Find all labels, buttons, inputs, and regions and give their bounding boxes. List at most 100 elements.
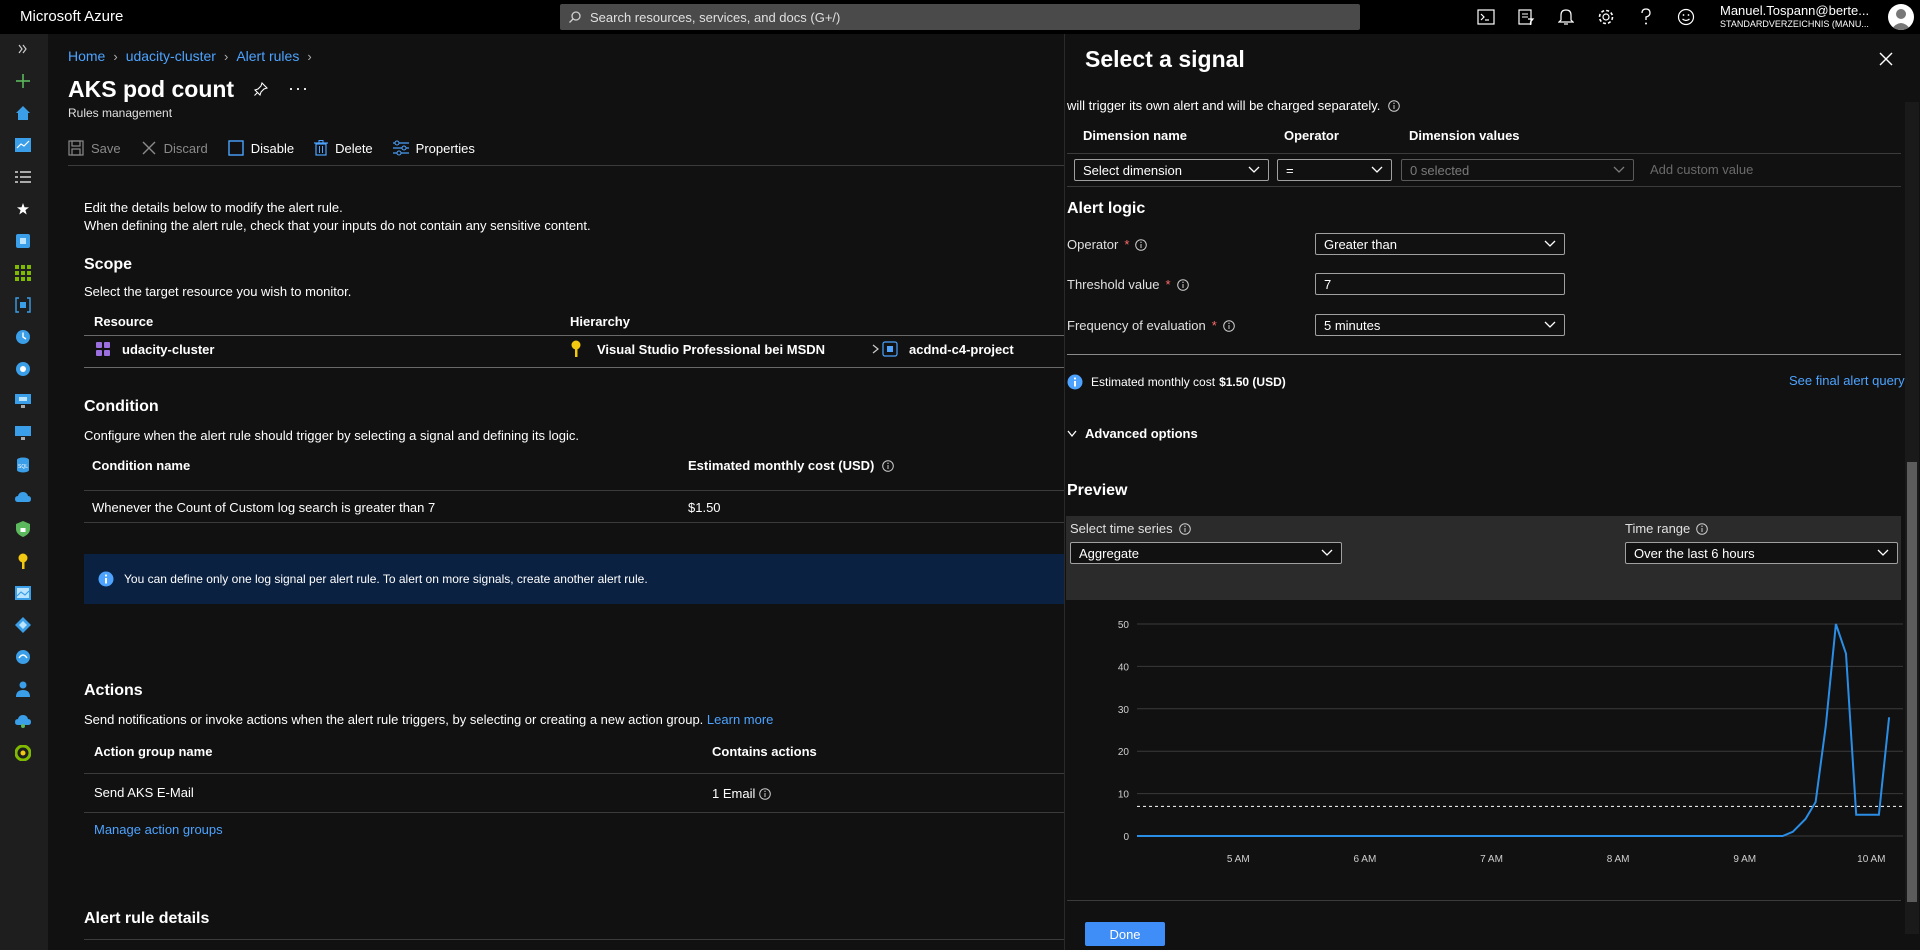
- save-button[interactable]: Save: [68, 140, 121, 156]
- create-resource-plus-icon[interactable]: [12, 70, 34, 92]
- security-shield-icon[interactable]: [12, 518, 34, 540]
- users-icon[interactable]: [12, 678, 34, 700]
- cosmos-db-icon[interactable]: [12, 486, 34, 508]
- threshold-input[interactable]: 7: [1315, 273, 1565, 295]
- help-icon[interactable]: [1626, 0, 1666, 34]
- scope-resource-name[interactable]: udacity-cluster: [122, 342, 214, 357]
- breadcrumb: Home › udacity-cluster › Alert rules ›: [68, 48, 312, 64]
- kubernetes-service-icon[interactable]: [12, 230, 34, 252]
- info-icon: [1696, 522, 1709, 535]
- condition-name[interactable]: Whenever the Count of Custom log search …: [92, 500, 435, 515]
- scope-row-rule: [84, 367, 1114, 368]
- frequency-label-row: Frequency of evaluation *: [1067, 318, 1235, 333]
- estimated-cost-label: Estimated monthly cost: [1091, 375, 1216, 389]
- close-icon[interactable]: [1879, 52, 1893, 66]
- scope-description: Select the target resource you wish to m…: [84, 284, 352, 299]
- monitor-icon[interactable]: [12, 422, 34, 444]
- cloud-shell-icon[interactable]: [1466, 0, 1506, 34]
- dimension-row-rule: [1067, 186, 1901, 187]
- discard-button[interactable]: Discard: [141, 140, 208, 156]
- scope-subscription[interactable]: Visual Studio Professional bei MSDN: [597, 342, 825, 357]
- chevron-down-icon: [1371, 166, 1383, 173]
- devops-icon[interactable]: [12, 614, 34, 636]
- manage-action-groups-link[interactable]: Manage action groups: [94, 822, 223, 837]
- delete-button[interactable]: Delete: [314, 140, 373, 156]
- sql-database-icon[interactable]: SQL: [12, 454, 34, 476]
- account-info[interactable]: Manuel.Tospann@berte... STANDARDVERZEICH…: [1720, 3, 1880, 33]
- delete-trash-icon: [314, 140, 329, 156]
- dashboard-icon[interactable]: [12, 134, 34, 156]
- time-range-select[interactable]: Over the last 6 hours: [1625, 542, 1898, 564]
- dimension-values-select[interactable]: 0 selected: [1401, 159, 1634, 181]
- cloud-services-icon[interactable]: [12, 710, 34, 732]
- discard-label: Discard: [163, 140, 208, 156]
- page-title: AKS pod count: [68, 76, 235, 102]
- see-final-alert-query-link[interactable]: See final alert query: [1789, 373, 1905, 388]
- add-custom-value-input[interactable]: Add custom value: [1650, 162, 1753, 177]
- panel-note: will trigger its own alert and will be c…: [1067, 98, 1381, 113]
- virtual-machines-icon[interactable]: [12, 390, 34, 412]
- panel-scrollbar[interactable]: [1905, 102, 1919, 934]
- select-signal-panel: Select a signal will trigger its own ale…: [1064, 34, 1920, 950]
- chart-x-tick-label: 6 AM: [1354, 854, 1377, 865]
- settings-gear-icon[interactable]: [1586, 0, 1626, 34]
- advisor-icon[interactable]: [12, 646, 34, 668]
- pin-icon[interactable]: [254, 82, 268, 96]
- breadcrumb-cluster[interactable]: udacity-cluster: [126, 48, 216, 64]
- frequency-select-value: 5 minutes: [1324, 317, 1381, 333]
- action-group-contains: 1 Email: [712, 786, 772, 801]
- feedback-smiley-icon[interactable]: [1666, 0, 1706, 34]
- all-services-list-icon[interactable]: [12, 166, 34, 188]
- preview-controls: Select time series Aggregate Time range …: [1066, 516, 1901, 600]
- condition-col-name: Condition name: [92, 458, 191, 473]
- advanced-options-label: Advanced options: [1085, 426, 1198, 441]
- all-resources-grid-icon[interactable]: [12, 262, 34, 284]
- key-vault-icon[interactable]: [12, 550, 34, 572]
- disable-button[interactable]: Disable: [228, 140, 294, 156]
- advanced-options-toggle[interactable]: Advanced options: [1067, 426, 1198, 441]
- breadcrumb-separator-icon: ›: [113, 48, 118, 64]
- chart-x-tick-label: 7 AM: [1480, 854, 1503, 865]
- dimension-operator-select[interactable]: =: [1277, 159, 1392, 181]
- expand-chevron-icon[interactable]: [12, 38, 34, 60]
- preview-chart: 0 10 20 30 40 50 5 AM 6 AM 7 AM 8 AM 9 AM 10 AM: [1067, 602, 1907, 882]
- learn-more-link[interactable]: Learn more: [707, 712, 773, 727]
- home-icon[interactable]: [12, 102, 34, 124]
- properties-button[interactable]: Properties: [392, 140, 475, 156]
- recent-clock-icon[interactable]: [12, 326, 34, 348]
- operator-select-value: Greater than: [1324, 236, 1397, 252]
- storage-icon[interactable]: [12, 582, 34, 604]
- disable-checkbox-icon: [228, 140, 244, 156]
- done-button[interactable]: Done: [1085, 922, 1165, 946]
- alert-logic-heading: Alert logic: [1067, 200, 1146, 217]
- top-icons: [1466, 0, 1706, 34]
- scope-resource-group[interactable]: acdnd-c4-project: [909, 342, 1014, 357]
- avatar[interactable]: [1888, 4, 1914, 30]
- frequency-select[interactable]: 5 minutes: [1315, 314, 1565, 336]
- breadcrumb-alert-rules[interactable]: Alert rules: [236, 48, 299, 64]
- dimension-name-select[interactable]: Select dimension: [1074, 159, 1269, 181]
- panel-scrollbar-thumb[interactable]: [1907, 462, 1917, 902]
- time-series-select[interactable]: Aggregate: [1070, 542, 1342, 564]
- save-label: Save: [91, 140, 121, 156]
- condition-header-rule: [84, 490, 1114, 491]
- chart-x-tick-label: 8 AM: [1607, 854, 1630, 865]
- breadcrumb-home[interactable]: Home: [68, 48, 105, 64]
- chart-x-tick-label: 5 AM: [1227, 854, 1250, 865]
- operator-select[interactable]: Greater than: [1315, 233, 1565, 255]
- estimated-cost-row: Estimated monthly cost $1.50 (USD): [1067, 374, 1286, 390]
- brand-title[interactable]: Microsoft Azure: [20, 0, 123, 34]
- time-range-label: Time range: [1625, 521, 1691, 536]
- directory-filter-icon[interactable]: [1506, 0, 1546, 34]
- app-services-icon[interactable]: [12, 358, 34, 380]
- intro-line-1: Edit the details below to modify the ale…: [84, 200, 343, 215]
- resource-groups-icon[interactable]: [12, 294, 34, 316]
- more-actions-button[interactable]: ···: [288, 78, 309, 99]
- action-group-name[interactable]: Send AKS E-Mail: [94, 785, 194, 800]
- notifications-bell-icon[interactable]: [1546, 0, 1586, 34]
- cost-management-icon[interactable]: [12, 742, 34, 764]
- search-input[interactable]: Search resources, services, and docs (G+…: [560, 4, 1360, 30]
- chevron-down-icon: [1248, 166, 1260, 173]
- left-nav-rail: SQL: [0, 34, 48, 950]
- threshold-label-row: Threshold value *: [1067, 277, 1189, 292]
